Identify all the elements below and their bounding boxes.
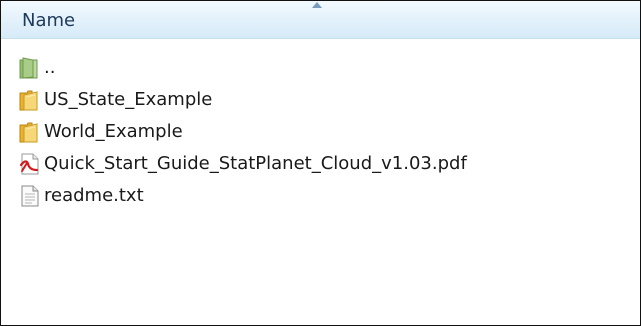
sort-ascending-icon <box>312 2 322 8</box>
file-row-label: readme.txt <box>44 185 144 206</box>
file-list-pane: Name .. US_State_Example World_Example Q… <box>0 0 641 326</box>
file-row-readme-txt[interactable]: readme.txt <box>18 181 618 212</box>
folder-icon <box>19 90 38 111</box>
file-row-label: US_State_Example <box>44 89 213 110</box>
file-row-label: Quick_Start_Guide_StatPlanet_Cloud_v1.03… <box>44 153 467 174</box>
file-row-parent[interactable]: .. <box>18 53 618 84</box>
column-header-label: Name <box>22 10 76 31</box>
folder-icon <box>19 122 38 143</box>
file-row-label: World_Example <box>44 121 183 142</box>
text-file-icon <box>21 185 39 207</box>
column-header-name[interactable]: Name <box>1 1 640 39</box>
parent-folder-icon <box>19 57 38 79</box>
file-row-us-state-example[interactable]: US_State_Example <box>18 85 618 116</box>
file-row-label: .. <box>44 57 56 78</box>
pdf-file-icon <box>19 153 39 175</box>
file-row-world-example[interactable]: World_Example <box>18 117 618 148</box>
file-row-quick-start-guide-pdf[interactable]: Quick_Start_Guide_StatPlanet_Cloud_v1.03… <box>18 149 618 180</box>
